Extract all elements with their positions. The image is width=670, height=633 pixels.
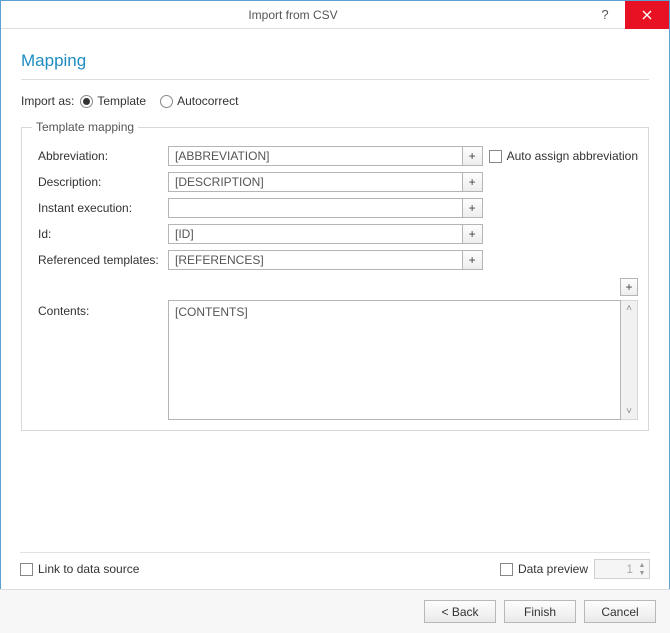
input-abbreviation[interactable] <box>168 146 463 166</box>
label-contents: Contents: <box>32 300 162 420</box>
back-button[interactable]: < Back <box>424 600 496 623</box>
input-description[interactable] <box>168 172 463 192</box>
checkbox-icon <box>500 563 513 576</box>
add-contents-column-button[interactable]: + <box>620 278 638 296</box>
plus-icon: + <box>469 227 476 241</box>
checkbox-icon <box>20 563 33 576</box>
link-to-source-checkbox[interactable]: Link to data source <box>20 562 139 576</box>
page-heading: Mapping <box>21 51 649 71</box>
cancel-button[interactable]: Cancel <box>584 600 656 623</box>
label-referenced: Referenced templates: <box>32 253 162 267</box>
chevron-up-icon: ▲ <box>636 561 648 569</box>
footer: < Back Finish Cancel <box>0 589 670 633</box>
add-abbreviation-button[interactable]: + <box>463 146 483 166</box>
radio-icon <box>160 95 173 108</box>
help-button[interactable]: ? <box>585 7 625 22</box>
input-instant[interactable] <box>168 198 463 218</box>
chevron-up-icon: ˄ <box>626 303 632 314</box>
label-id: Id: <box>32 227 162 241</box>
plus-icon: + <box>469 253 476 267</box>
finish-button[interactable]: Finish <box>504 600 576 623</box>
radio-icon <box>80 95 93 108</box>
chevron-down-icon: ▼ <box>636 569 648 577</box>
label-instant: Instant execution: <box>32 201 162 215</box>
textarea-contents[interactable] <box>168 300 621 420</box>
preview-index-spinner[interactable]: 1 ▲ ▼ <box>594 559 650 579</box>
label-description: Description: <box>32 175 162 189</box>
checkbox-icon <box>489 150 502 163</box>
input-referenced[interactable] <box>168 250 463 270</box>
import-as-row: Import as: Template Autocorrect <box>21 94 649 108</box>
plus-icon: + <box>469 175 476 189</box>
mapping-grid: Abbreviation: + Auto assign abbreviation… <box>32 146 638 270</box>
add-referenced-button[interactable]: + <box>463 250 483 270</box>
template-mapping-group: Template mapping Abbreviation: + Auto as… <box>21 120 649 431</box>
radio-template-label: Template <box>97 94 146 108</box>
contents-scrollbar[interactable]: ˄ ˅ <box>621 300 638 420</box>
radio-autocorrect[interactable]: Autocorrect <box>160 94 238 108</box>
plus-icon: + <box>469 149 476 163</box>
content-area: Mapping Import as: Template Autocorrect … <box>1 29 669 431</box>
input-id[interactable] <box>168 224 463 244</box>
data-preview-checkbox[interactable]: Data preview <box>500 562 588 576</box>
plus-icon: + <box>625 280 632 294</box>
auto-assign-checkbox[interactable]: Auto assign abbreviation <box>489 149 638 163</box>
auto-assign-label: Auto assign abbreviation <box>507 149 638 163</box>
add-id-button[interactable]: + <box>463 224 483 244</box>
divider <box>21 79 649 80</box>
add-instant-button[interactable]: + <box>463 198 483 218</box>
plus-icon: + <box>469 201 476 215</box>
bottom-options-row: Link to data source Data preview 1 ▲ ▼ <box>20 551 650 579</box>
add-description-button[interactable]: + <box>463 172 483 192</box>
link-to-source-label: Link to data source <box>38 562 139 576</box>
data-preview-label: Data preview <box>518 562 588 576</box>
window-title: Import from CSV <box>1 8 585 22</box>
close-button[interactable] <box>625 1 669 29</box>
chevron-down-icon: ˅ <box>626 406 632 417</box>
radio-autocorrect-label: Autocorrect <box>177 94 238 108</box>
titlebar: Import from CSV ? <box>1 1 669 29</box>
radio-template[interactable]: Template <box>80 94 146 108</box>
label-abbreviation: Abbreviation: <box>32 149 162 163</box>
import-as-label: Import as: <box>21 94 74 108</box>
group-legend: Template mapping <box>32 120 138 134</box>
close-icon <box>642 10 652 20</box>
